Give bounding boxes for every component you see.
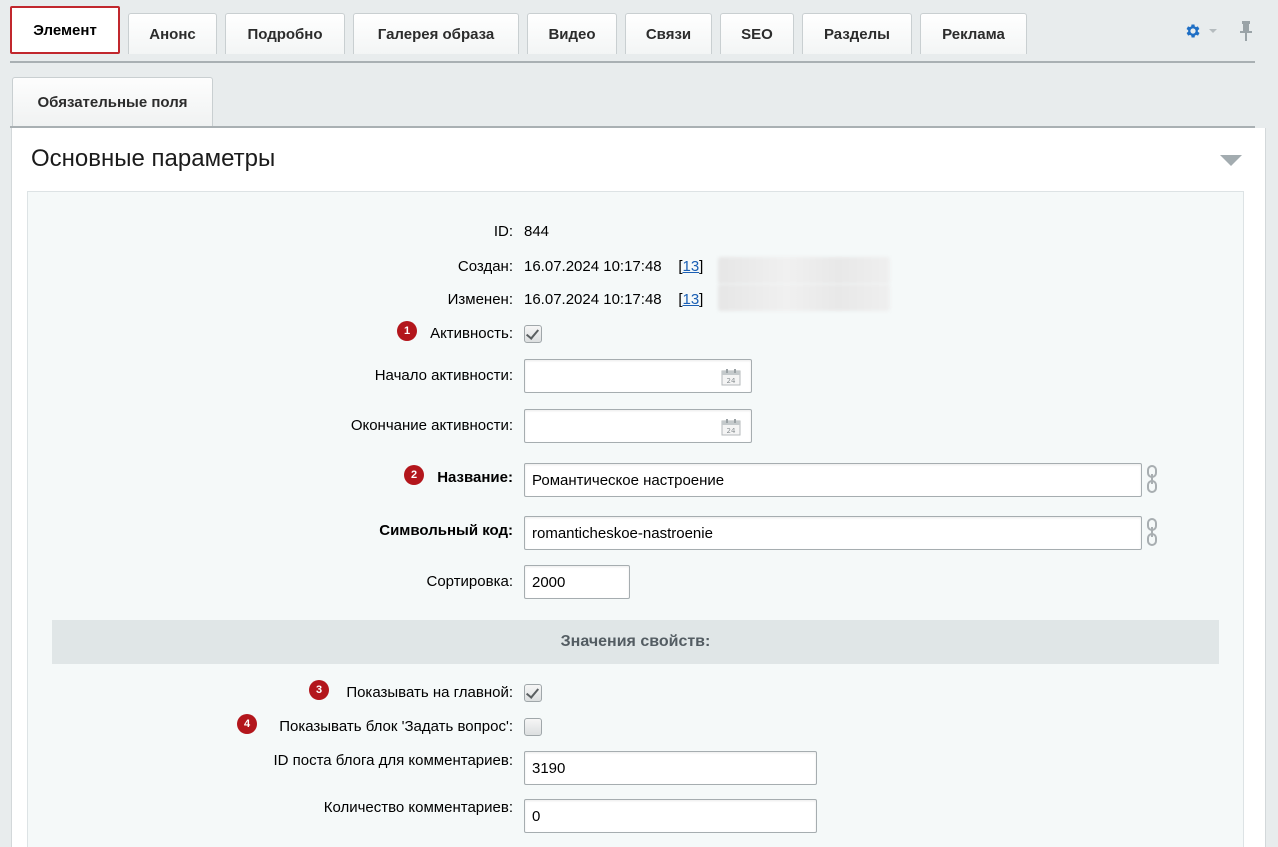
- pin-icon[interactable]: [1238, 20, 1254, 42]
- checkmark-icon: [525, 326, 540, 340]
- tab-gallery[interactable]: Галерея образа: [353, 13, 519, 54]
- tab-links[interactable]: Связи: [625, 13, 712, 54]
- comments-count-value: 0: [532, 807, 541, 825]
- tab-seo[interactable]: SEO: [720, 13, 794, 54]
- tab-label: Элемент: [33, 21, 97, 39]
- chevron-down-icon[interactable]: [1209, 29, 1217, 33]
- active-to-label: Окончание активности:: [350, 417, 513, 434]
- sort-value: 2000: [532, 573, 566, 591]
- tab-label: Видео: [548, 25, 596, 43]
- user-bracket-close: ]: [699, 258, 704, 275]
- name-value: Романтическое настроение: [532, 471, 725, 489]
- modified-label: Изменен:: [447, 291, 513, 308]
- active-to-input[interactable]: 24: [524, 409, 752, 443]
- comments-count-label: Количество комментариев:: [323, 799, 513, 816]
- active-from-label: Начало активности:: [374, 367, 513, 384]
- sort-label: Сортировка:: [426, 573, 514, 590]
- tab-label: SEO: [741, 25, 773, 43]
- tab-label: Реклама: [942, 25, 1005, 43]
- tab-announce[interactable]: Анонс: [128, 13, 217, 54]
- calendar-icon[interactable]: 24: [721, 418, 741, 436]
- tab-element[interactable]: Элемент: [10, 6, 120, 54]
- active-label: Активность:: [430, 325, 513, 342]
- modified-date: 16.07.2024 10:17:48: [524, 291, 662, 308]
- blog-post-id-label: ID поста блога для комментариев:: [273, 752, 513, 769]
- step-badge: 3: [309, 680, 329, 700]
- section-title: Основные параметры: [31, 145, 276, 172]
- code-input[interactable]: romanticheskoe-nastroenie: [524, 516, 1142, 550]
- id-value: 844: [524, 223, 550, 240]
- created-date: 16.07.2024 10:17:48: [524, 258, 662, 275]
- code-label: Символьный код:: [379, 522, 513, 539]
- created-row: 16.07.2024 10:17:48 [13]: [524, 258, 703, 275]
- redacted-user-name: [718, 257, 890, 284]
- step-badge: 1: [397, 321, 417, 341]
- modified-user-link[interactable]: 13: [682, 291, 699, 308]
- show-main-checkbox[interactable]: [524, 684, 542, 702]
- show-main-label: Показывать на главной:: [346, 684, 513, 701]
- created-user-link[interactable]: 13: [682, 258, 699, 275]
- checkmark-icon: [525, 685, 540, 699]
- tab-label: Обязательные поля: [37, 94, 188, 111]
- user-bracket-close: ]: [699, 291, 704, 308]
- step-badge: 2: [404, 465, 424, 485]
- calendar-icon[interactable]: 24: [721, 368, 741, 386]
- tab-label: Подробно: [247, 25, 323, 43]
- tab-sections[interactable]: Разделы: [802, 13, 912, 54]
- tab-details[interactable]: Подробно: [225, 13, 345, 54]
- tab-video[interactable]: Видео: [527, 13, 617, 54]
- sort-input[interactable]: 2000: [524, 565, 630, 599]
- tab-label: Связи: [645, 25, 692, 43]
- tab-bar-divider: [10, 61, 1255, 63]
- chain-link-icon[interactable]: [1146, 465, 1158, 493]
- tab-required-fields[interactable]: Обязательные поля: [12, 77, 213, 127]
- blog-post-id-value: 3190: [532, 759, 566, 777]
- name-input[interactable]: Романтическое настроение: [524, 463, 1142, 497]
- gear-icon[interactable]: [1184, 22, 1202, 40]
- chain-link-icon[interactable]: [1146, 518, 1158, 546]
- name-label: Название:: [437, 469, 513, 486]
- redacted-user-name: [718, 284, 890, 311]
- created-label: Создан:: [457, 258, 513, 275]
- tab-label: Галерея образа: [377, 25, 495, 43]
- tab-label: Разделы: [824, 25, 890, 43]
- show-question-label: Показывать блок 'Задать вопрос':: [279, 718, 513, 735]
- comments-count-input[interactable]: 0: [524, 799, 817, 833]
- modified-row: 16.07.2024 10:17:48 [13]: [524, 291, 703, 308]
- blog-post-id-input[interactable]: 3190: [524, 751, 817, 785]
- show-question-checkbox[interactable]: [524, 718, 542, 736]
- code-value: romanticheskoe-nastroenie: [532, 524, 713, 542]
- active-from-input[interactable]: 24: [524, 359, 752, 393]
- tab-label: Анонс: [149, 25, 196, 43]
- calendar-day: 24: [727, 377, 736, 385]
- id-label: ID:: [493, 223, 513, 240]
- active-checkbox[interactable]: [524, 325, 542, 343]
- properties-header: Значения свойств:: [52, 620, 1219, 664]
- tab-advertising[interactable]: Реклама: [920, 13, 1027, 54]
- top-tab-bar: Элемент Анонс Подробно Галерея образа Ви…: [0, 0, 1278, 64]
- collapse-toggle-icon[interactable]: [1220, 155, 1242, 166]
- step-badge: 4: [237, 714, 257, 734]
- calendar-day: 24: [727, 427, 736, 435]
